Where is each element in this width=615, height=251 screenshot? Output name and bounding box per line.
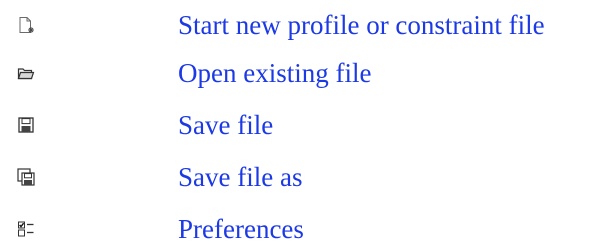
menu-item-save-file-as[interactable]: Save file as — [0, 155, 615, 199]
save-file-as-link[interactable]: Save file as — [178, 161, 302, 193]
preferences-link[interactable]: Preferences — [178, 213, 304, 245]
new-file-icon — [19, 17, 34, 33]
save-disk-icon — [18, 117, 34, 133]
save-file-link[interactable]: Save file — [178, 109, 273, 141]
open-file-link[interactable]: Open existing file — [178, 57, 371, 89]
menu-item-new-file[interactable]: Start new profile or constraint file — [0, 3, 615, 47]
preferences-checklist-icon — [18, 221, 34, 237]
menu-item-preferences[interactable]: Preferences — [0, 207, 615, 251]
new-file-link[interactable]: Start new profile or constraint file — [178, 9, 545, 41]
menu-item-open-file[interactable]: Open existing file — [0, 51, 615, 95]
menu-item-save-file[interactable]: Save file — [0, 103, 615, 147]
open-folder-icon — [17, 68, 35, 80]
save-as-disk-icon — [17, 168, 35, 186]
